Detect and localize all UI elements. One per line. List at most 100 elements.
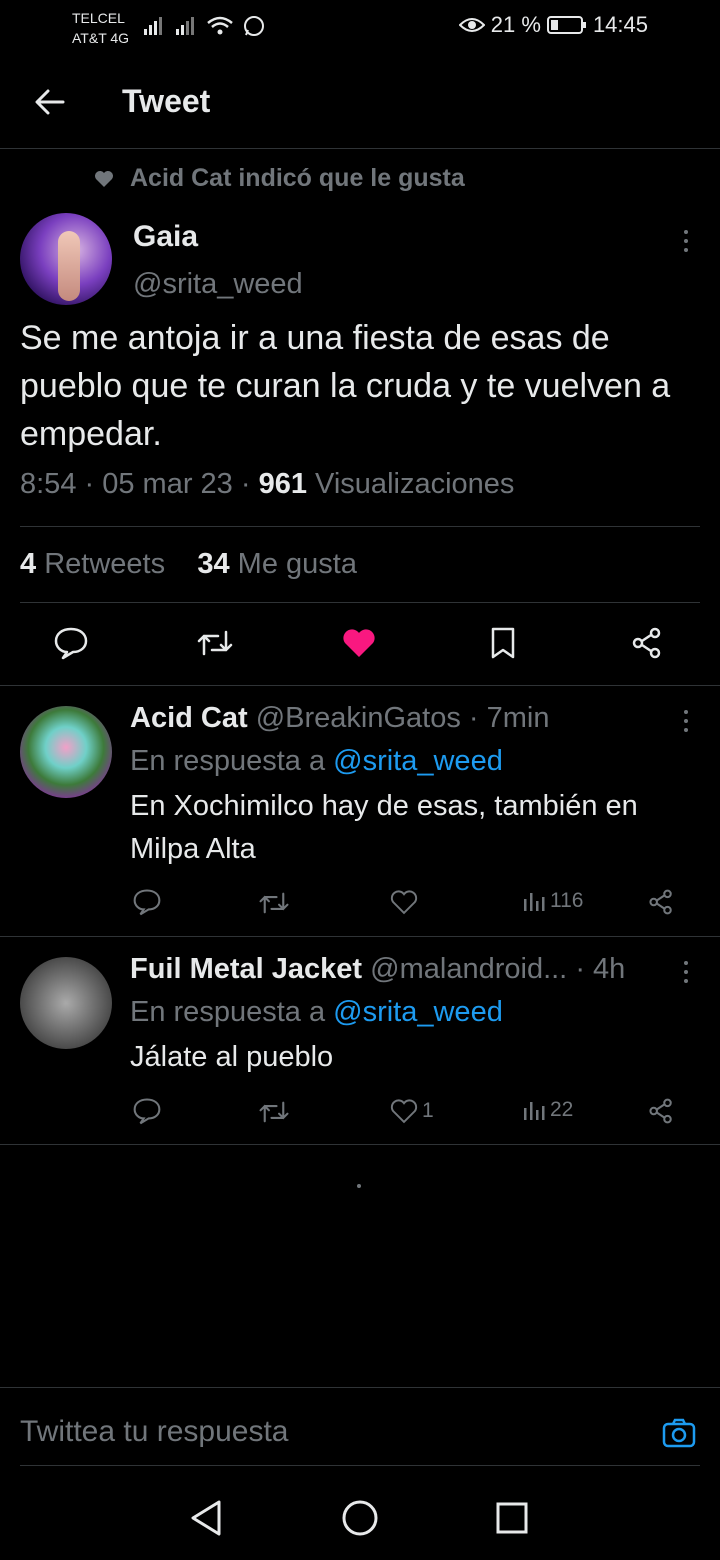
- reply-text: Jálate al pueblo: [130, 1041, 334, 1073]
- status-right: 21 % 14:45: [458, 12, 648, 38]
- reply-to-link[interactable]: @srita_weed: [333, 996, 503, 1028]
- triangle-back-icon: [191, 1500, 221, 1536]
- likes-stat[interactable]: 34 Me gusta: [197, 548, 357, 580]
- retweets-stat[interactable]: 4 Retweets: [20, 548, 165, 580]
- comment-icon: [54, 627, 88, 660]
- nav-recents-button[interactable]: [482, 1488, 542, 1548]
- reply-author-handle[interactable]: @BreakinGatos: [256, 702, 461, 734]
- tweet-text: Se me antoja ir a una fiesta de esas de …: [20, 319, 671, 453]
- reply-avatar[interactable]: [20, 706, 112, 798]
- author-name[interactable]: Gaia: [133, 220, 198, 254]
- reply-divider: [0, 1144, 720, 1145]
- back-button[interactable]: [28, 80, 72, 124]
- reply-author-name[interactable]: Fuil Metal Jacket: [130, 953, 362, 985]
- avatar[interactable]: [20, 213, 112, 305]
- share-icon: [632, 627, 661, 659]
- share-icon: [649, 889, 672, 915]
- heart-icon: [95, 170, 113, 187]
- views-count: 22: [550, 1098, 574, 1121]
- analytics-icon: [524, 893, 545, 911]
- like-button[interactable]: [390, 889, 422, 915]
- retweets-count: 4: [20, 548, 37, 580]
- heart-icon: [390, 890, 418, 915]
- compose-underline: [20, 1465, 700, 1466]
- retweet-icon: [259, 892, 289, 914]
- reply-header: Fuil Metal Jacket @malandroid... · 4h: [130, 953, 625, 986]
- bookmark-button[interactable]: [481, 621, 525, 665]
- social-context-label: Acid Cat indicó que le gusta: [130, 164, 465, 192]
- heart-icon: [390, 1099, 418, 1124]
- retweet-icon: [197, 630, 233, 656]
- stats-divider: [20, 602, 700, 603]
- reply-avatar[interactable]: [20, 957, 112, 1049]
- heart-filled-icon: [343, 629, 375, 657]
- loading-indicator: [357, 1184, 361, 1188]
- reply-divider: [0, 936, 720, 937]
- views-button[interactable]: 22: [522, 1098, 573, 1122]
- reply-time: · 7min: [468, 702, 550, 734]
- nav-back-button[interactable]: [176, 1488, 236, 1548]
- reply-header: Acid Cat @BreakinGatos · 7min: [130, 702, 549, 735]
- reply-button[interactable]: [49, 621, 93, 665]
- nav-home-button[interactable]: [330, 1488, 390, 1548]
- carrier-1-label: TELCEL: [72, 10, 125, 26]
- share-button[interactable]: [648, 1098, 674, 1124]
- reply-prefix: En respuesta a: [130, 745, 326, 777]
- bookmark-icon: [491, 627, 515, 659]
- author-handle[interactable]: @srita_weed: [133, 268, 303, 301]
- reply-author-handle[interactable]: @malandroid...: [370, 953, 567, 985]
- clock: 14:45: [592, 12, 648, 37]
- retweet-button[interactable]: [258, 890, 290, 916]
- retweet-button[interactable]: [258, 1099, 290, 1125]
- actions-divider: [0, 685, 720, 686]
- camera-icon: [662, 1418, 696, 1448]
- wifi-icon: [207, 16, 233, 35]
- signal-icon: [144, 17, 162, 35]
- status-carrier: TELCEL AT&T 4G: [72, 8, 129, 48]
- like-button[interactable]: 1: [390, 1098, 434, 1124]
- camera-button[interactable]: [657, 1411, 701, 1455]
- reply-prefix: En respuesta a: [130, 996, 326, 1028]
- signal-icon-2: [176, 17, 194, 35]
- views-button[interactable]: 116: [522, 889, 583, 913]
- more-options-icon[interactable]: [682, 710, 690, 732]
- views-count: 116: [550, 889, 584, 912]
- more-options-icon[interactable]: [682, 230, 690, 252]
- views-count: 961: [258, 468, 307, 500]
- circle-home-icon: [342, 1500, 378, 1536]
- retweet-button[interactable]: [193, 621, 237, 665]
- share-button[interactable]: [648, 889, 674, 915]
- status-icons: [142, 14, 266, 38]
- more-options-icon[interactable]: [682, 961, 690, 983]
- comment-icon: [133, 889, 161, 916]
- carrier-2-label: AT&T 4G: [72, 30, 130, 46]
- views-label: Visualizaciones: [315, 468, 515, 500]
- reply-to-link[interactable]: @srita_weed: [333, 745, 503, 777]
- tweet-date: 05 mar 23: [102, 468, 233, 500]
- social-context[interactable]: Acid Cat indicó que le gusta: [94, 164, 465, 193]
- reply-input[interactable]: Twittea tu respuesta: [20, 1415, 288, 1449]
- like-button[interactable]: [337, 621, 381, 665]
- arrow-left-icon: [35, 89, 65, 115]
- battery-icon: [546, 16, 586, 34]
- compose-divider: [0, 1387, 720, 1388]
- reply-context: En respuesta a @srita_weed: [130, 745, 503, 778]
- analytics-icon: [524, 1102, 545, 1120]
- tweet-time: 8:54: [20, 468, 77, 500]
- share-icon: [649, 1098, 672, 1124]
- eye-icon: [458, 18, 485, 32]
- retweets-label: Retweets: [44, 548, 166, 580]
- reply-context: En respuesta a @srita_weed: [130, 996, 503, 1029]
- reply-text: En Xochimilco hay de esas, también en Mi…: [130, 790, 638, 865]
- header-divider: [0, 148, 720, 149]
- reply-button[interactable]: [132, 1097, 162, 1125]
- reply-author-name[interactable]: Acid Cat: [130, 702, 248, 734]
- battery-percent: 21 %: [490, 12, 541, 37]
- tweet-meta: 8:54 · 05 mar 23 · 961 Visualizaciones: [20, 468, 515, 500]
- page-title: Tweet: [122, 83, 211, 119]
- share-button[interactable]: [625, 621, 669, 665]
- reply-button[interactable]: [132, 888, 162, 916]
- likes-label: Me gusta: [237, 548, 357, 580]
- square-recents-icon: [496, 1502, 528, 1534]
- likes-count: 34: [197, 548, 230, 580]
